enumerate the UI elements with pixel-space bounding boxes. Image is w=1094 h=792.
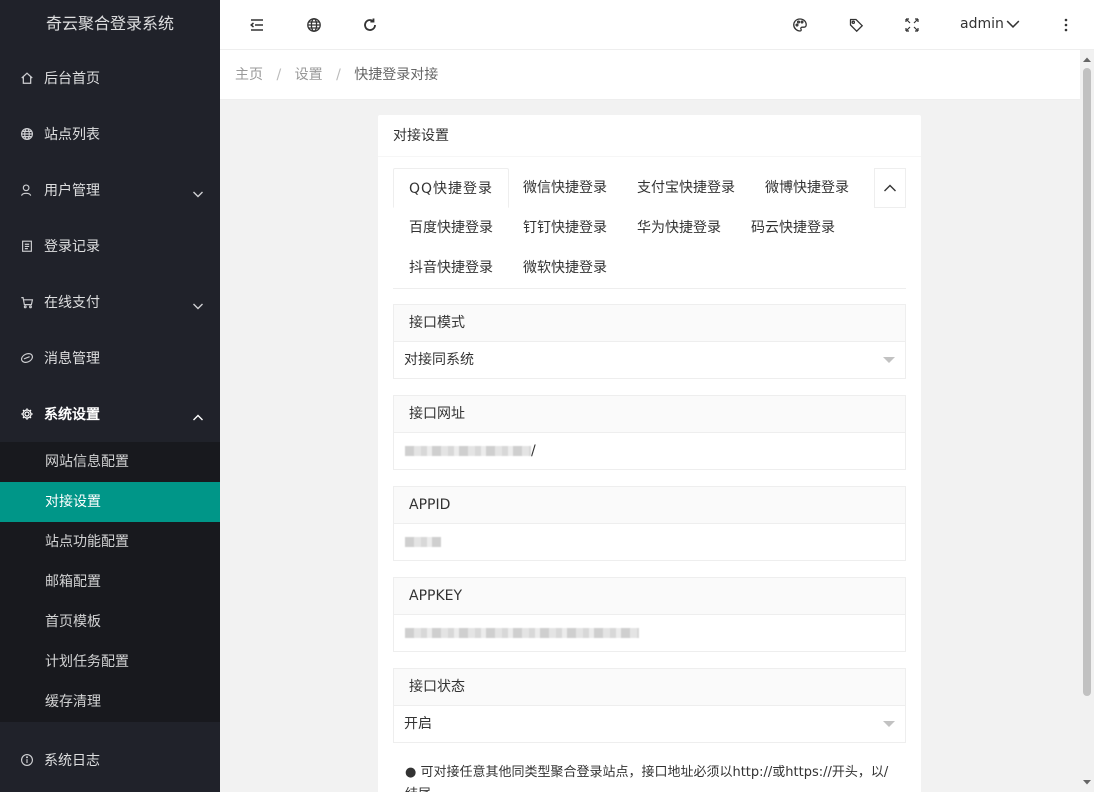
tabs-collapse-button[interactable]	[874, 168, 906, 208]
appid-input[interactable]	[394, 524, 905, 560]
sidebar-item-label: 站点列表	[44, 127, 100, 143]
user-name: admin	[960, 16, 1004, 32]
sidebar-subitem-site-features[interactable]: 站点功能配置	[0, 522, 220, 562]
settings-submenu: 网站信息配置 对接设置 站点功能配置 邮箱配置 首页模板 计划任务配置 缓存清理	[0, 442, 220, 722]
api-mode-select[interactable]: 对接同系统	[394, 342, 905, 378]
breadcrumb: 主页 / 设置 / 快捷登录对接	[220, 50, 1080, 100]
field-api-status: 接口状态 开启	[393, 668, 906, 743]
gear-icon	[20, 407, 34, 421]
fullscreen-icon[interactable]	[904, 17, 920, 33]
sidebar-item-payment[interactable]: 在线支付	[0, 274, 220, 330]
clipboard-icon	[20, 239, 34, 253]
tab-douyin[interactable]: 抖音快捷登录	[394, 248, 508, 288]
caret-down-icon	[883, 721, 895, 727]
tag-icon[interactable]	[848, 17, 864, 33]
field-label: 接口状态	[394, 669, 905, 706]
field-label: APPID	[394, 487, 905, 524]
breadcrumb-settings[interactable]: 设置	[295, 67, 323, 83]
api-url-suffix: /	[531, 443, 536, 459]
info-icon	[20, 753, 34, 767]
chevron-up-icon	[884, 184, 896, 192]
tab-baidu[interactable]: 百度快捷登录	[394, 208, 508, 248]
field-appkey: APPKEY	[393, 577, 906, 652]
sidebar-subitem-site-info[interactable]: 网站信息配置	[0, 442, 220, 482]
field-label: APPKEY	[394, 578, 905, 615]
field-label: 接口网址	[394, 396, 905, 433]
top-header: admin	[220, 0, 1094, 50]
sidebar-subitem-integration[interactable]: 对接设置	[0, 482, 220, 522]
breadcrumb-separator: /	[336, 67, 341, 83]
api-mode-value: 对接同系统	[404, 352, 474, 368]
sidebar-item-label: 登录记录	[44, 239, 100, 255]
sidebar-item-messages[interactable]: 消息管理	[0, 330, 220, 386]
globe-icon	[20, 127, 34, 141]
scroll-down-icon[interactable]	[1083, 778, 1091, 786]
chevron-down-icon	[1006, 20, 1020, 28]
tab-alipay[interactable]: 支付宝快捷登录	[622, 168, 750, 208]
settings-card: 对接设置 QQ快捷登录 微信快捷登录 支付宝快捷登录 微博快捷登录 百度快捷登录…	[378, 115, 921, 792]
tab-wechat[interactable]: 微信快捷登录	[508, 168, 622, 208]
sidebar-item-label: 系统设置	[44, 407, 100, 423]
redacted-value	[405, 446, 531, 456]
user-menu[interactable]: admin	[960, 16, 1020, 32]
tab-gitee[interactable]: 码云快捷登录	[736, 208, 850, 248]
sidebar-subitem-cron[interactable]: 计划任务配置	[0, 642, 220, 682]
sidebar-item-label: 后台首页	[44, 71, 100, 87]
sidebar-subitem-home-template[interactable]: 首页模板	[0, 602, 220, 642]
breadcrumb-home[interactable]: 主页	[235, 67, 263, 83]
chevron-up-icon	[192, 412, 204, 424]
home-icon	[20, 71, 34, 85]
more-vertical-icon[interactable]	[1058, 17, 1074, 33]
page-scrollbar[interactable]	[1080, 50, 1094, 792]
tab-qq[interactable]: QQ快捷登录	[393, 168, 510, 208]
tab-microsoft[interactable]: 微软快捷登录	[508, 248, 622, 288]
breadcrumb-separator: /	[276, 67, 282, 83]
chevron-down-icon	[192, 300, 204, 312]
sidebar-item-settings[interactable]: 系统设置	[0, 386, 220, 442]
api-url-input[interactable]: /	[394, 433, 905, 469]
sidebar-item-login-records[interactable]: 登录记录	[0, 218, 220, 274]
sidebar-subitem-cache[interactable]: 缓存清理	[0, 682, 220, 722]
tab-dingtalk[interactable]: 钉钉快捷登录	[508, 208, 622, 248]
refresh-icon[interactable]	[362, 17, 378, 33]
sidebar-item-label: 系统日志	[44, 753, 100, 769]
appkey-input[interactable]	[394, 615, 905, 651]
field-api-mode: 接口模式 对接同系统	[393, 304, 906, 379]
login-tabs: QQ快捷登录 微信快捷登录 支付宝快捷登录 微博快捷登录 百度快捷登录 钉钉快捷…	[393, 167, 906, 289]
tab-huawei[interactable]: 华为快捷登录	[622, 208, 736, 248]
scrollbar-thumb[interactable]	[1083, 68, 1091, 696]
sidebar-item-home[interactable]: 后台首页	[0, 50, 220, 106]
sidebar-item-label: 在线支付	[44, 295, 100, 311]
palette-icon[interactable]	[792, 17, 808, 33]
redacted-value	[405, 628, 639, 638]
sidebar-item-label: 消息管理	[44, 351, 100, 367]
api-status-select[interactable]: 开启	[394, 706, 905, 742]
menu-collapse-icon[interactable]	[249, 17, 265, 33]
globe-icon[interactable]	[306, 17, 322, 33]
app-logo[interactable]: 奇云聚合登录系统	[0, 0, 220, 50]
api-status-value: 开启	[404, 716, 432, 732]
card-title: 对接设置	[378, 115, 921, 157]
tab-weibo[interactable]: 微博快捷登录	[750, 168, 864, 208]
scroll-up-icon[interactable]	[1083, 56, 1091, 64]
field-label: 接口模式	[394, 305, 905, 342]
help-note: ● 可对接任意其他同类型聚合登录站点，接口地址必须以http://或https:…	[405, 765, 889, 792]
sidebar-item-sites[interactable]: 站点列表	[0, 106, 220, 162]
redacted-value	[405, 537, 441, 547]
caret-down-icon	[883, 357, 895, 363]
field-appid: APPID	[393, 486, 906, 561]
cart-icon	[20, 295, 34, 309]
sidebar-item-system-log[interactable]: 系统日志	[0, 732, 220, 788]
sidebar: 奇云聚合登录系统 后台首页 站点列表 用户管理 登录记录 在线支付 消息管理 系…	[0, 0, 220, 792]
chevron-down-icon	[192, 188, 204, 200]
message-icon	[20, 351, 34, 365]
breadcrumb-current: 快捷登录对接	[354, 67, 439, 83]
sidebar-item-users[interactable]: 用户管理	[0, 162, 220, 218]
sidebar-item-label: 用户管理	[44, 183, 100, 199]
user-icon	[20, 183, 34, 197]
field-api-url: 接口网址 /	[393, 395, 906, 470]
sidebar-subitem-email[interactable]: 邮箱配置	[0, 562, 220, 602]
